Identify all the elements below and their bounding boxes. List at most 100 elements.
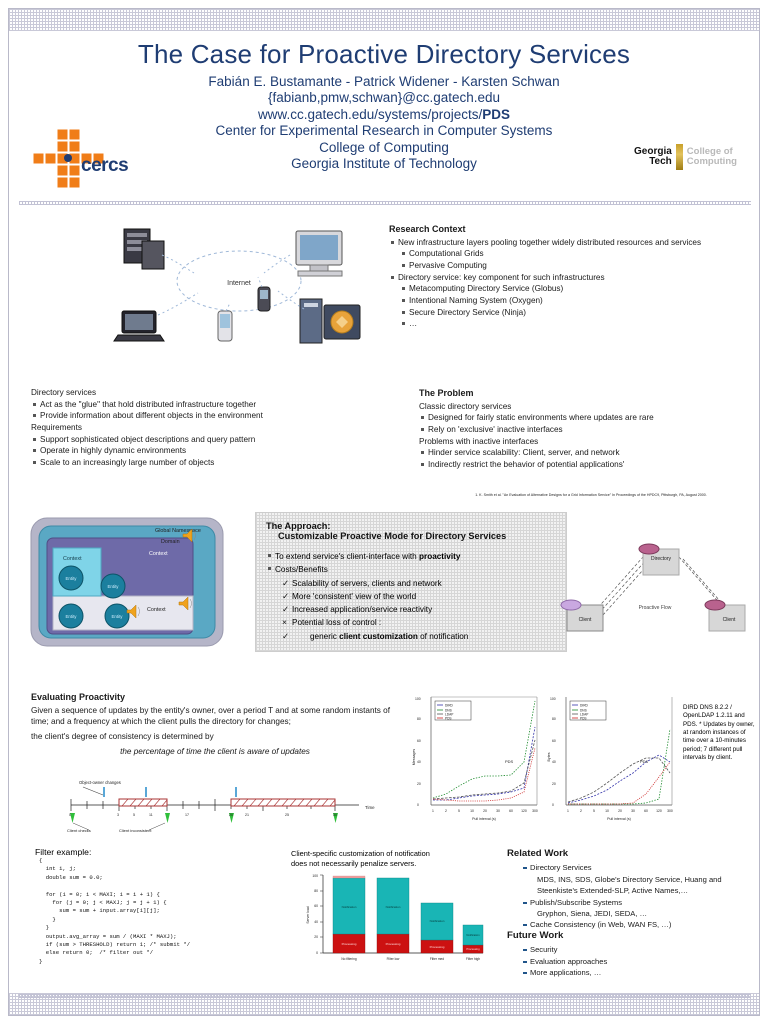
evaluating-paragraph-1: Given a sequence of updates by the entit… — [31, 705, 390, 727]
list-item: … — [389, 318, 734, 330]
author-names: Fabián E. Bustamante - Patrick Widener -… — [208, 74, 560, 89]
list-item: Rely on 'exclusive' inactive interfaces — [419, 424, 749, 436]
svg-text:10: 10 — [605, 809, 609, 813]
filter-example-heading: Filter example: — [35, 847, 92, 857]
svg-text:5: 5 — [133, 813, 135, 817]
georgia-tech-logo: Georgia Tech College of Computing — [634, 142, 752, 172]
requirements-list: Support sophisticated object description… — [31, 434, 371, 469]
series-ldap — [432, 739, 536, 800]
approach-list: To extend service's client-interface wit… — [266, 550, 556, 644]
context-top-label: Context — [149, 551, 168, 557]
gt-wordmark: Georgia Tech — [634, 146, 672, 167]
the-problem-list-2: Hinder service scalability: Client, serv… — [419, 447, 749, 470]
series-pds — [432, 747, 536, 802]
svg-text:17: 17 — [185, 813, 189, 817]
client-label: Client — [579, 617, 592, 623]
author-emails: {fabianb,pmw,schwan}@cc.gatech.edu — [267, 90, 501, 106]
list-item: Designed for fairly static environments … — [419, 412, 749, 424]
svg-text:300: 300 — [667, 809, 673, 813]
x-axis-label: Pull interval (s) — [472, 817, 496, 821]
list-item: New infrastructure layers pooling togeth… — [389, 237, 734, 249]
project-url-pds: PDS — [482, 106, 511, 122]
client-customization-emphasis: client customization — [339, 631, 418, 641]
list-item: Costs/Benefits — [266, 563, 556, 576]
svg-text:PDS: PDS — [580, 717, 587, 721]
bar-category-label: Filter high — [466, 957, 480, 961]
related-work-list: Directory Services MDS, INS, SDS, Globe'… — [507, 862, 757, 930]
related-work-section: Related Work Directory Services MDS, INS… — [507, 847, 757, 931]
svg-text:120: 120 — [656, 809, 662, 813]
filter-example-code: { int i, j; double sum = 0.0; for (i = 0… — [39, 857, 191, 965]
header-divider — [19, 201, 751, 205]
svg-text:300: 300 — [532, 809, 538, 813]
college-of-computing-wordmark: College of Computing — [686, 145, 737, 167]
svg-text:20: 20 — [483, 809, 487, 813]
list-item: More applications, … — [521, 967, 757, 978]
research-context-heading: Research Context — [389, 224, 466, 234]
list-item: Operate in highly dynamic environments — [31, 445, 371, 457]
client-left-node: Client — [560, 599, 604, 632]
flow-center-label: Proactive Flow — [639, 605, 672, 611]
svg-text:80: 80 — [417, 717, 421, 721]
cloud-label: Internet — [227, 280, 251, 287]
inconsistent-legend: Client inconsistent — [119, 828, 152, 833]
list-item: generic client customization of notifica… — [266, 630, 556, 644]
footer-divider — [19, 994, 751, 998]
barchart-caption: Client-specific customization of notific… — [291, 849, 491, 869]
svg-text:0: 0 — [316, 951, 318, 955]
svg-text:20: 20 — [229, 813, 233, 817]
svg-text:1: 1 — [432, 809, 434, 813]
svg-text:2: 2 — [445, 809, 447, 813]
svg-text:80: 80 — [552, 717, 556, 721]
list-item: Gryphon, Siena, JEDI, SEDA, … — [537, 908, 648, 918]
poster-canvas: The Case for Proactive Directory Service… — [8, 8, 760, 1016]
timeline-axis-label: Time — [365, 805, 375, 810]
x-tick-labels: 1 2 5 10 20 30 60 120 300 — [567, 809, 673, 813]
client-badge-icon — [560, 599, 582, 611]
proactivity-emphasis: proactivity — [419, 552, 461, 561]
bar-category-label: Filter med — [430, 957, 444, 961]
the-problem-list-1: Designed for fairly static environments … — [419, 412, 749, 435]
list-item: More 'consistent' view of the world — [266, 590, 556, 604]
directory-services-list: Act as the "glue" that hold distributed … — [31, 399, 371, 422]
messages-line-chart: 0 20 40 60 80 100 1 2 5 10 20 30 60 120 … — [409, 687, 544, 827]
list-item: To extend service's client-interface wit… — [266, 550, 556, 563]
list-item: Increased application/service reactivity — [266, 603, 556, 617]
svg-text:5: 5 — [593, 809, 595, 813]
approach-panel: The Approach: Customizable Proactive Mod… — [255, 512, 567, 652]
svg-text:Notification: Notification — [430, 919, 445, 923]
svg-text:60: 60 — [314, 904, 318, 908]
directory-services-heading: Directory services — [31, 388, 97, 397]
client-check-legend: Client checks — [67, 828, 91, 833]
list-item: Computational Grids — [389, 248, 734, 260]
server-load-bar-chart: 0 20 40 60 80 100 Server load Notificati… — [297, 871, 487, 967]
project-url: www.cc.gatech.edu/systems/projects/PDS — [257, 106, 511, 122]
list-item: Directory Services — [521, 862, 757, 873]
svg-text:40: 40 — [417, 760, 421, 764]
consistency-timeline: Object-owner changes 0 3 5 11 17 20 21 2… — [37, 777, 397, 833]
page-title: The Case for Proactive Directory Service… — [137, 39, 631, 69]
svg-text:20: 20 — [618, 809, 622, 813]
desktop-computer-icon — [295, 230, 343, 277]
chart-annotation: PDS — [505, 759, 514, 764]
svg-text:60: 60 — [417, 739, 421, 743]
x-tick-labels: 1 2 5 10 20 30 60 120 300 — [432, 809, 538, 813]
namespace-diagram: Global Namespace Domain Context Context … — [27, 512, 229, 652]
series-dird — [567, 754, 671, 804]
evaluating-heading: Evaluating Proactivity — [31, 692, 126, 702]
chart-legend: DIRD DNS LDAP PDS — [434, 700, 472, 721]
barchart-caption-line2: does not necessarily penalize servers. — [291, 858, 417, 868]
svg-text:100: 100 — [312, 874, 318, 878]
svg-text:11: 11 — [149, 813, 153, 817]
evaluating-emphasis: the percentage of time the client is awa… — [120, 746, 310, 756]
approach-subtitle: Customizable Proactive Mode for Director… — [278, 531, 507, 541]
the-problem-section: The Problem Classic directory services D… — [419, 387, 749, 471]
cercs-logo: cercs — [31, 127, 151, 189]
series-pds — [568, 761, 671, 805]
cercs-wordmark: cercs — [81, 155, 129, 176]
y-ticks — [320, 874, 323, 954]
y-tick-labels: 0 20 40 60 80 100 — [550, 697, 556, 807]
svg-text:0: 0 — [552, 803, 554, 807]
timeline-updates-label: Object-owner changes — [79, 780, 121, 785]
server-rack-icon — [123, 228, 165, 270]
